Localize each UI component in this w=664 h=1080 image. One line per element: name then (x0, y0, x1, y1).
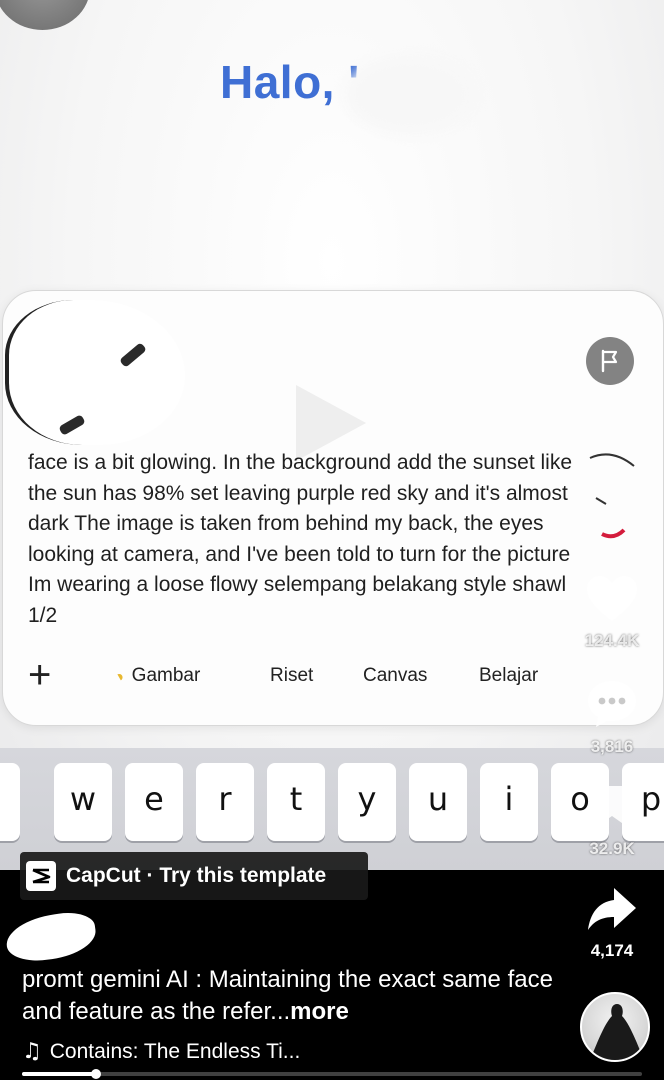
chip-canvas[interactable]: Canvas (363, 665, 427, 687)
key-q[interactable]: q (0, 763, 20, 841)
like-count: 124.4K (584, 631, 640, 650)
chip-belajar[interactable]: Belajar (479, 665, 538, 687)
share-arrow-icon (588, 888, 636, 930)
progress-fill (22, 1072, 97, 1076)
music-title: Contains: The Endless Ti... (49, 1039, 301, 1063)
key-t[interactable]: t (267, 763, 325, 841)
prompt-text: face is a bit glowing. In the background… (28, 451, 573, 627)
capcut-icon (26, 861, 56, 891)
chip-gambar-label: Gambar (131, 665, 201, 686)
key-i[interactable]: i (480, 763, 538, 841)
progress-knob[interactable] (91, 1069, 102, 1079)
creator-avatar-redacted[interactable] (582, 452, 642, 552)
bookmark-icon (595, 786, 629, 828)
key-u[interactable]: u (409, 763, 467, 841)
music-note-icon: ♫ (22, 1039, 42, 1064)
capcut-template-badge[interactable]: CapCut · Try this template (20, 852, 368, 900)
heart-icon (587, 576, 637, 621)
chip-riset[interactable]: Riset (270, 665, 313, 687)
key-e[interactable]: e (125, 763, 183, 841)
flag-icon (601, 349, 618, 373)
like-button[interactable]: 124.4K (577, 574, 647, 651)
share-button[interactable]: 4,174 (577, 884, 647, 961)
video-frame[interactable]: Halo, ' face is a bit glowing. In the ba… (0, 0, 664, 870)
key-y[interactable]: y (338, 763, 396, 841)
share-count: 4,174 (590, 941, 634, 960)
caption-more-link[interactable]: more (290, 998, 349, 1025)
caption-text: promt gemini AI : Maintaining the exact … (22, 966, 553, 1025)
comment-count: 3,816 (590, 737, 634, 756)
prompt-toolbar: + ◗ Gambar Riset Canvas Belajar (28, 655, 628, 699)
music-info[interactable]: ♫ Contains: The Endless Ti... (22, 1039, 300, 1064)
chip-gambar[interactable]: ◗ Gambar (112, 665, 201, 687)
redaction-icon (589, 453, 635, 539)
key-w[interactable]: w (54, 763, 112, 841)
save-count: 32.9K (589, 839, 635, 858)
capcut-label: CapCut · Try this template (66, 864, 327, 887)
video-caption[interactable]: promt gemini AI : Maintaining the exact … (22, 964, 562, 1028)
comment-icon (588, 681, 636, 727)
comment-button[interactable]: 3,816 (577, 678, 647, 757)
blurred-top-circle (0, 0, 90, 30)
figure-icon (590, 1004, 644, 1060)
playback-progress[interactable] (22, 1069, 642, 1079)
key-r[interactable]: r (196, 763, 254, 841)
name-redaction-blur (345, 55, 475, 135)
report-button[interactable] (586, 337, 634, 385)
music-disc-avatar[interactable] (580, 992, 650, 1062)
save-button[interactable]: 32.9K (577, 782, 647, 859)
greeting-title: Halo, ' (220, 56, 360, 108)
add-button[interactable]: + (28, 655, 51, 695)
reference-image-redacted (5, 300, 185, 445)
username-redacted[interactable] (3, 908, 99, 966)
banana-icon: ◗ (112, 666, 130, 687)
